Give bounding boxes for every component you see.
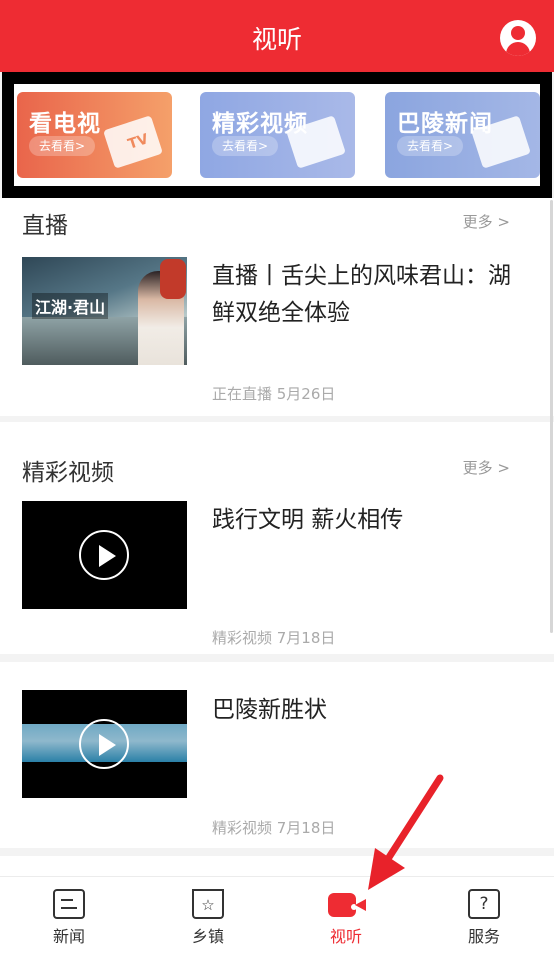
tab-label: 视听 (329, 927, 362, 946)
tv-card-label: 看电视 (29, 111, 101, 137)
tab-label: 乡镇 (191, 927, 224, 946)
video-more-link[interactable]: 更多 > (463, 457, 510, 478)
tab-watch[interactable]: 视听 (311, 887, 381, 951)
calendar-question-icon: ? (468, 889, 500, 919)
live-thumbnail[interactable]: 江湖·君山 (22, 257, 187, 365)
section-title-video: 精彩视频 (22, 460, 114, 486)
live-section: 直播 更多 > 江湖·君山 直播丨舌尖上的风味君山：湖鲜双绝全体验 正在直播 5… (0, 198, 554, 416)
video-thumbnail[interactable] (22, 690, 187, 798)
tab-label: 服务 (467, 927, 500, 946)
video-card[interactable]: 精彩视频 去看看> (200, 92, 355, 178)
video-item-section: 巴陵新胜状 精彩视频 7月18日 (0, 662, 554, 848)
list-item[interactable]: 江湖·君山 直播丨舌尖上的风味君山：湖鲜双绝全体验 正在直播 5月26日 (0, 250, 554, 416)
news-card[interactable]: 巴陵新闻 去看看> (385, 92, 540, 178)
item-title[interactable]: 践行文明 薪火相传 (212, 502, 522, 539)
tab-service[interactable]: ? 服务 (449, 887, 519, 951)
video-thumbnail[interactable] (22, 501, 187, 609)
next-item-peek (0, 856, 554, 879)
video-camera-icon (328, 893, 366, 917)
play-icon[interactable] (79, 719, 129, 769)
live-more-link[interactable]: 更多 > (463, 211, 510, 232)
item-meta: 正在直播 5月26日 (212, 385, 336, 403)
section-title-live: 直播 (22, 213, 68, 239)
item-meta: 精彩视频 7月18日 (212, 629, 336, 647)
item-meta: 精彩视频 7月18日 (212, 819, 336, 837)
list-item[interactable]: 巴陵新胜状 精彩视频 7月18日 (0, 662, 554, 848)
play-icon[interactable] (79, 530, 129, 580)
page-title: 视听 (251, 25, 302, 54)
tab-label: 新闻 (52, 927, 85, 946)
town-bookmark-icon: ☆ (192, 889, 224, 919)
tab-news[interactable]: 新闻 (34, 887, 104, 951)
bottom-tab-bar: 新闻 ☆ 乡镇 视听 ? 服务 (0, 876, 554, 957)
banner-cards: 看电视 去看看> TV 精彩视频 去看看> 巴陵新闻 去看看> (14, 84, 540, 186)
video-card-action: 去看看> (212, 136, 279, 156)
tab-town[interactable]: ☆ 乡镇 (173, 887, 243, 951)
banner-highlight-frame: 看电视 去看看> TV 精彩视频 去看看> 巴陵新闻 去看看> (2, 72, 552, 198)
list-item[interactable]: 践行文明 薪火相传 精彩视频 7月18日 (0, 494, 554, 654)
item-title[interactable]: 巴陵新胜状 (212, 692, 522, 729)
user-profile-icon[interactable] (500, 20, 536, 56)
news-icon (53, 889, 85, 919)
top-bar: 视听 (0, 0, 554, 72)
video-section: 精彩视频 更多 > 践行文明 薪火相传 精彩视频 7月18日 (0, 422, 554, 654)
scrollbar[interactable] (550, 200, 553, 633)
tv-card[interactable]: 看电视 去看看> TV (17, 92, 172, 178)
item-title[interactable]: 直播丨舌尖上的风味君山：湖鲜双绝全体验 (212, 258, 522, 332)
news-card-action: 去看看> (397, 136, 464, 156)
tv-card-action: 去看看> (29, 136, 96, 156)
thumbnail-caption: 江湖·君山 (32, 293, 109, 319)
